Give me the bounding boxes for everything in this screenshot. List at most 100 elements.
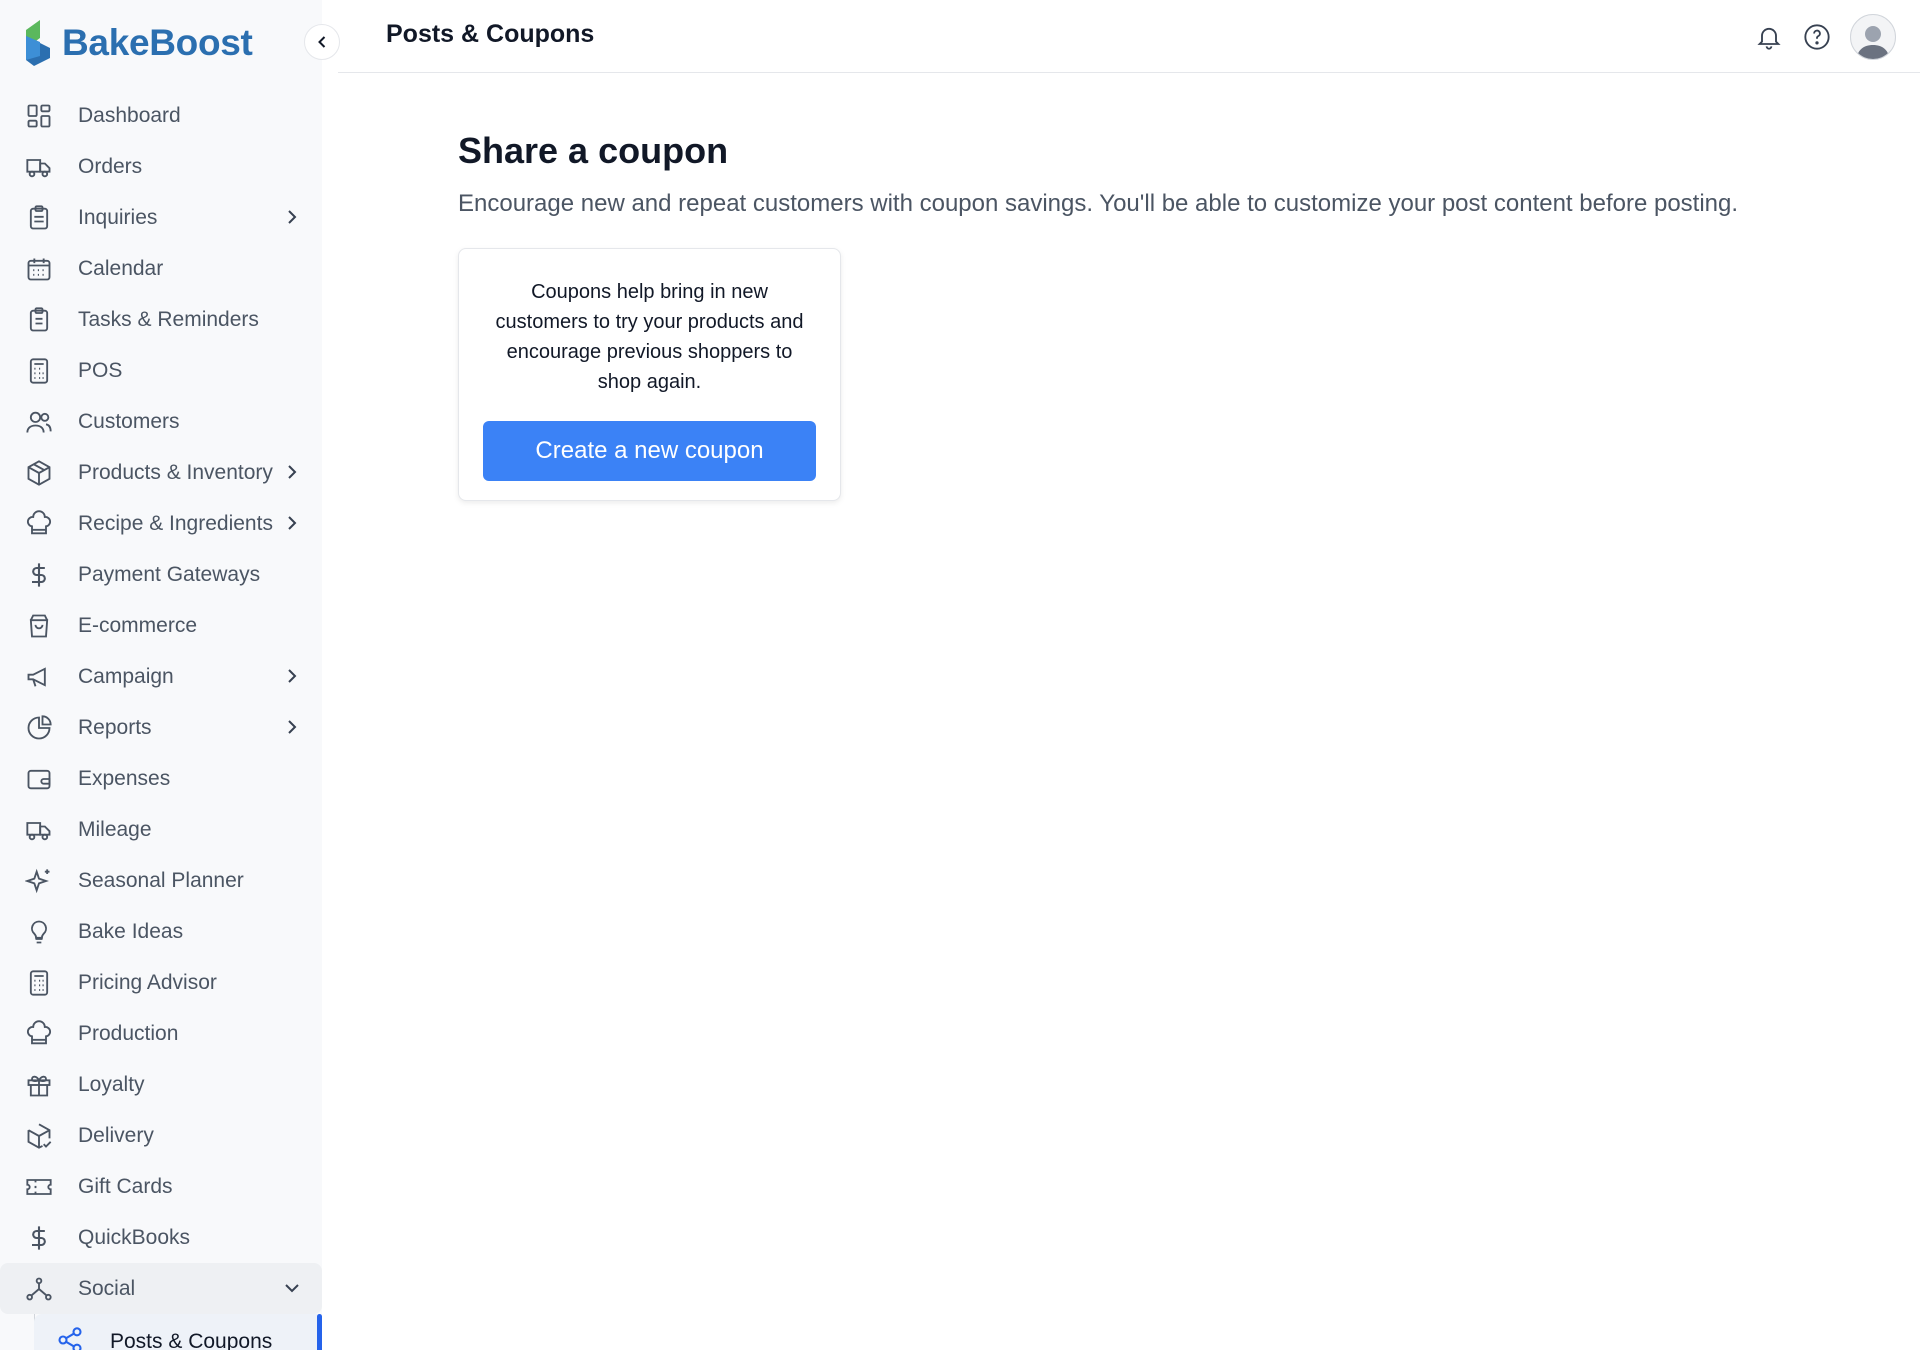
header-actions: [1754, 14, 1896, 60]
pie-chart-icon: [24, 713, 54, 743]
sidebar-item-label: Expenses: [78, 766, 171, 790]
sidebar-item-label: Social: [78, 1276, 136, 1300]
lightbulb-icon: [24, 917, 54, 947]
sidebar-item-social[interactable]: Social: [0, 1263, 322, 1314]
sidebar-item-label: Orders: [78, 154, 143, 178]
chevron-right-icon: [280, 205, 304, 229]
dashboard-icon: [24, 101, 54, 131]
sidebar-item-delivery[interactable]: Delivery: [0, 1110, 322, 1161]
dollar-icon: [24, 560, 54, 590]
sidebar-item-production[interactable]: Production: [0, 1008, 322, 1059]
help-icon[interactable]: [1802, 22, 1832, 52]
sidebar-item-products-inventory[interactable]: Products & Inventory: [0, 447, 322, 498]
share-icon: [56, 1326, 86, 1350]
brand[interactable]: BakeBoost: [22, 16, 253, 70]
coupon-card-text: Coupons help bring in new customers to t…: [495, 281, 804, 393]
chevron-right-icon: [280, 664, 304, 688]
chevron-right-icon: [280, 715, 304, 739]
sidebar-item-seasonal-planner[interactable]: Seasonal Planner: [0, 855, 322, 906]
sidebar-item-inquiries[interactable]: Inquiries: [0, 192, 322, 243]
section-heading: Share a coupon: [458, 130, 729, 171]
sidebar-item-label: Products & Inventory: [78, 460, 273, 484]
truck-icon: [24, 815, 54, 845]
network-icon: [24, 1274, 54, 1304]
sidebar-item-label: POS: [78, 358, 123, 382]
sidebar-item-label: E-commerce: [78, 613, 198, 637]
sidebar: BakeBoost Dashboard Orders Inquiries Cal…: [0, 0, 322, 1350]
clipboard-icon: [24, 203, 54, 233]
chevron-left-icon: [312, 32, 332, 52]
sidebar-item-label: QuickBooks: [78, 1225, 191, 1249]
sidebar-item-loyalty[interactable]: Loyalty: [0, 1059, 322, 1110]
sidebar-item-payment-gateways[interactable]: Payment Gateways: [0, 549, 322, 600]
sidebar-item-label: Delivery: [78, 1123, 154, 1147]
sidebar-item-calendar[interactable]: Calendar: [0, 243, 322, 294]
sidebar-item-mileage[interactable]: Mileage: [0, 804, 322, 855]
sidebar-item-label: Bake Ideas: [78, 919, 184, 943]
sidebar-item-label: Customers: [78, 409, 180, 433]
sidebar-item-expenses[interactable]: Expenses: [0, 753, 322, 804]
clipboard-list-icon: [24, 305, 54, 335]
sidebar-item-label: Seasonal Planner: [78, 868, 244, 892]
sidebar-item-label: Inquiries: [78, 205, 158, 229]
box-icon: [24, 458, 54, 488]
chef-hat-icon: [24, 1019, 54, 1049]
sidebar-item-label: Gift Cards: [78, 1174, 173, 1198]
bakeboost-logo-icon: [22, 18, 54, 68]
chevron-right-icon: [280, 511, 304, 535]
sidebar-item-label: Payment Gateways: [78, 562, 261, 586]
sidebar-item-reports[interactable]: Reports: [0, 702, 322, 753]
sidebar-item-recipe-ingredients[interactable]: Recipe & Ingredients: [0, 498, 322, 549]
sidebar-item-dashboard[interactable]: Dashboard: [0, 90, 322, 141]
user-avatar-icon: [1857, 26, 1889, 59]
sidebar-item-label: Loyalty: [78, 1072, 145, 1096]
section-description: Encourage new and repeat customers with …: [458, 190, 1739, 217]
package-check-icon: [24, 1121, 54, 1151]
page-title: Posts & Coupons: [386, 20, 595, 48]
chevron-right-icon: [280, 460, 304, 484]
sidebar-item-orders[interactable]: Orders: [0, 141, 322, 192]
sidebar-item-label: Tasks & Reminders: [78, 307, 259, 331]
chevron-down-icon: [280, 1276, 304, 1300]
active-indicator: [317, 1314, 322, 1350]
shopping-bag-icon: [24, 611, 54, 641]
calendar-icon: [24, 254, 54, 284]
sidebar-subitem-label: Posts & Coupons: [110, 1330, 273, 1350]
collapse-sidebar-button[interactable]: [304, 24, 340, 60]
wallet-icon: [24, 764, 54, 794]
sidebar-nav: Dashboard Orders Inquiries Calendar Task…: [0, 90, 322, 1350]
sidebar-item-gift-cards[interactable]: Gift Cards: [0, 1161, 322, 1212]
sidebar-item-pos[interactable]: POS: [0, 345, 322, 396]
coupon-card: Coupons help bring in new customers to t…: [458, 248, 841, 501]
sidebar-item-label: Campaign: [78, 664, 174, 688]
truck-icon: [24, 152, 54, 182]
sidebar-item-label: Recipe & Ingredients: [78, 511, 273, 535]
sidebar-item-quickbooks[interactable]: QuickBooks: [0, 1212, 322, 1263]
sparkles-icon: [24, 866, 54, 896]
gift-icon: [24, 1070, 54, 1100]
sidebar-item-ecommerce[interactable]: E-commerce: [0, 600, 322, 651]
avatar[interactable]: [1850, 14, 1896, 60]
sidebar-item-label: Production: [78, 1021, 179, 1045]
sidebar-item-label: Dashboard: [78, 103, 181, 127]
ticket-icon: [24, 1172, 54, 1202]
users-icon: [24, 407, 54, 437]
dollar-icon: [24, 1223, 54, 1253]
main-content: Share a coupon Encourage new and repeat …: [458, 130, 1878, 501]
megaphone-icon: [24, 662, 54, 692]
chef-hat-icon: [24, 509, 54, 539]
bell-icon[interactable]: [1754, 22, 1784, 52]
sidebar-item-label: Pricing Advisor: [78, 970, 217, 994]
brand-name: BakeBoost: [62, 22, 253, 63]
calculator-icon: [24, 356, 54, 386]
sidebar-subitem-posts-coupons[interactable]: Posts & Coupons: [34, 1314, 322, 1350]
sidebar-item-label: Calendar: [78, 256, 164, 280]
sidebar-item-bake-ideas[interactable]: Bake Ideas: [0, 906, 322, 957]
sidebar-item-pricing-advisor[interactable]: Pricing Advisor: [0, 957, 322, 1008]
create-coupon-button[interactable]: Create a new coupon: [483, 421, 816, 481]
sidebar-item-label: Reports: [78, 715, 152, 739]
sidebar-item-tasks[interactable]: Tasks & Reminders: [0, 294, 322, 345]
calculator-icon: [24, 968, 54, 998]
sidebar-item-campaign[interactable]: Campaign: [0, 651, 322, 702]
sidebar-item-customers[interactable]: Customers: [0, 396, 322, 447]
